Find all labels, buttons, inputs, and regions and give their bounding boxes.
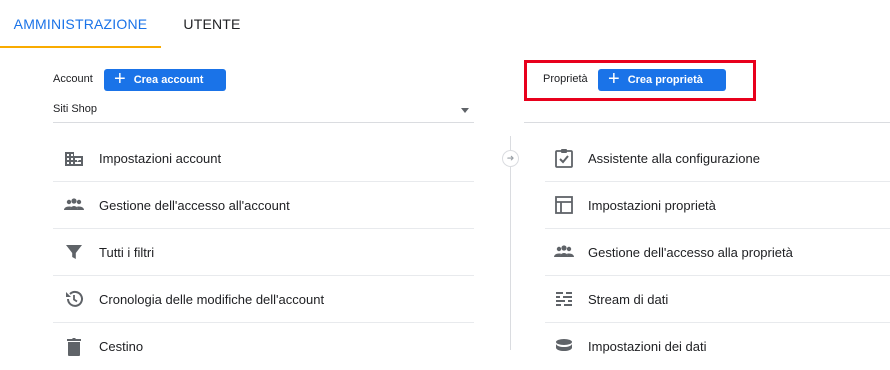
create-property-label: Crea proprietà — [627, 74, 703, 86]
menu-item-label: Impostazioni account — [99, 150, 222, 166]
account-selector[interactable]: Siti Shop — [53, 99, 474, 123]
plus-icon: + — [608, 68, 620, 90]
menu-item-label: Gestione dell'accesso all'account — [99, 197, 290, 213]
menu-item-data-settings[interactable]: Impostazioni dei dati — [545, 323, 890, 370]
filter-icon — [63, 241, 85, 263]
building-icon — [63, 147, 85, 169]
admin-tabs: AMMINISTRAZIONE UTENTE — [0, 0, 890, 48]
menu-item-data-streams[interactable]: Stream di dati — [545, 276, 890, 323]
streams-icon — [553, 288, 575, 310]
account-label: Account — [53, 73, 93, 85]
menu-item-label: Impostazioni dei dati — [588, 339, 707, 354]
database-icon — [553, 336, 575, 358]
menu-item-label: Gestione dell'accesso alla proprietà — [588, 244, 793, 260]
menu-item-change-history[interactable]: Cronologia delle modifiche dell'account — [53, 276, 474, 323]
plus-icon: + — [114, 68, 126, 90]
dropdown-arrow-icon — [461, 108, 469, 113]
tab-amministrazione[interactable]: AMMINISTRAZIONE — [0, 0, 161, 48]
create-account-button[interactable]: + Crea account — [104, 69, 226, 91]
menu-item-account-access[interactable]: Gestione dell'accesso all'account — [53, 182, 474, 229]
column-divider — [510, 136, 511, 350]
menu-item-all-filters[interactable]: Tutti i filtri — [53, 229, 474, 276]
people-icon — [553, 241, 575, 263]
menu-item-trash[interactable]: Cestino — [53, 323, 474, 370]
history-icon — [63, 288, 85, 310]
menu-item-setup-assistant[interactable]: Assistente alla configurazione — [545, 135, 890, 182]
menu-item-label: Stream di dati — [588, 291, 669, 307]
trash-icon — [63, 336, 85, 358]
menu-item-property-settings[interactable]: Impostazioni proprietà — [545, 182, 890, 229]
create-account-label: Crea account — [133, 74, 204, 86]
menu-item-label: Tutti i filtri — [99, 244, 155, 260]
layout-icon — [553, 194, 575, 216]
property-label: Proprietà — [543, 73, 588, 85]
checklist-icon — [553, 147, 575, 169]
menu-item-label: Cronologia delle modifiche dell'account — [99, 291, 325, 307]
property-header-divider — [524, 122, 890, 123]
menu-item-label: Assistente alla configurazione — [588, 150, 760, 166]
account-selector-value: Siti Shop — [53, 103, 98, 115]
people-icon — [63, 194, 85, 216]
menu-item-property-access[interactable]: Gestione dell'accesso alla proprietà — [545, 229, 890, 276]
menu-item-label: Impostazioni proprietà — [588, 197, 716, 213]
menu-item-label: Cestino — [99, 339, 144, 354]
tab-utente[interactable]: UTENTE — [178, 0, 246, 48]
arrow-right-icon: ➜ — [502, 150, 519, 167]
menu-item-account-settings[interactable]: Impostazioni account — [53, 135, 474, 182]
create-property-button[interactable]: + Crea proprietà — [598, 69, 726, 91]
